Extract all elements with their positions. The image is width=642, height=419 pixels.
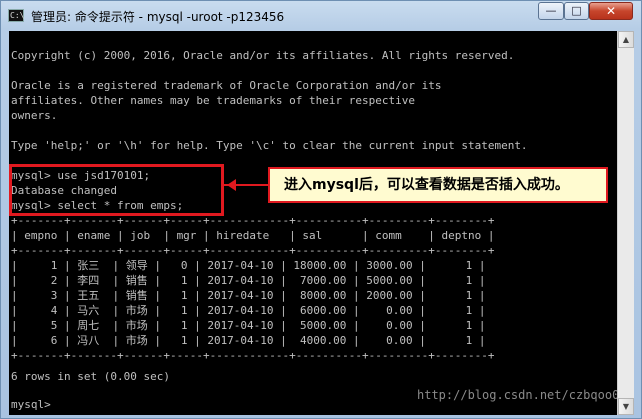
console-line: affiliates. Other names may be trademark… [11,94,415,107]
console-icon-glyph: C:\ [10,11,25,20]
scroll-down-arrow-icon[interactable]: ▼ [618,398,634,415]
mysql-prompt: mysql> [11,398,51,411]
row-count-summary: 6 rows in set (0.00 sec) [11,370,170,383]
table-row: | 1 | 张三 | 领导 | 0 | 2017-04-10 | 18000.0… [11,259,486,272]
command-prompt-window: C:\ 管理员: 命令提示符 - mysql -uroot -p123456 —… [0,0,642,419]
console-app-icon[interactable]: C:\ [8,9,24,22]
table-row: | 6 | 冯八 | 市场 | 1 | 2017-04-10 | 4000.00… [11,334,486,347]
title-bar[interactable]: C:\ 管理员: 命令提示符 - mysql -uroot -p123456 —… [1,1,641,31]
console-line: owners. [11,109,58,122]
console-line: Oracle is a registered trademark of Orac… [11,79,442,92]
table-row: | 2 | 李四 | 销售 | 1 | 2017-04-10 | 7000.00… [11,274,486,287]
annotation-callout: 进入mysql后，可以查看数据是否插入成功。 [268,167,608,203]
table-row: | 5 | 周七 | 市场 | 1 | 2017-04-10 | 5000.00… [11,319,486,332]
window-title: 管理员: 命令提示符 - mysql -uroot -p123456 [31,10,285,24]
table-row: | 3 | 王五 | 销售 | 1 | 2017-04-10 | 8000.00… [11,289,486,302]
table-row: | 4 | 马六 | 市场 | 1 | 2017-04-10 | 6000.00… [11,304,486,317]
minimize-button[interactable]: — [538,2,564,20]
command-highlight-box [9,164,224,216]
table-border: +-------+-------+------+-----+----------… [11,244,495,257]
close-button[interactable]: ✕ [589,2,633,20]
scroll-up-arrow-icon[interactable]: ▲ [618,31,634,48]
callout-arrow-head [227,179,236,191]
console-line: Copyright (c) 2000, 2016, Oracle and/or … [11,49,515,62]
table-header-row: | empno | ename | job | mgr | hiredate |… [11,229,495,242]
maximize-button[interactable]: □ [564,2,589,20]
console-line: Type 'help;' or '\h' for help. Type '\c'… [11,139,528,152]
vertical-scrollbar[interactable]: ▲ ▼ [617,31,634,415]
console-output-area[interactable]: Copyright (c) 2000, 2016, Oracle and/or … [9,31,617,415]
watermark-url: http://blog.csdn.net/czbqoo01 [417,388,617,402]
table-border: +-------+-------+------+-----+----------… [11,349,495,362]
